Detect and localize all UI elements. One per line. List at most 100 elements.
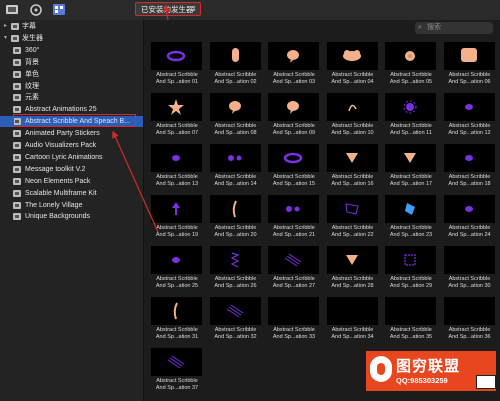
folder-icon <box>13 189 21 197</box>
generator-thumbnail[interactable] <box>385 42 436 70</box>
caption-line-1: Abstract Scribble <box>273 225 315 231</box>
sidebar-item[interactable]: 单色 <box>0 69 143 80</box>
generator-thumbnail[interactable] <box>443 195 495 223</box>
thumbnail-preview-icon <box>347 104 357 112</box>
folder-icon <box>13 177 21 185</box>
thumbnail-preview-icon <box>444 246 495 274</box>
disclosure-triangle-icon[interactable]: ▾ <box>4 33 7 44</box>
sidebar-item[interactable]: 元素 <box>0 92 143 103</box>
generator-thumbnail[interactable] <box>151 42 202 70</box>
sidebar-item-label: Scalable Multiframe Kit <box>25 189 97 197</box>
thumbnail-preview-icon <box>226 304 243 318</box>
generator-thumbnail[interactable] <box>151 348 202 376</box>
caption-line-2: And Sp...ation 16 <box>331 180 374 187</box>
sidebar-item[interactable]: Unique Backgrounds <box>0 211 143 222</box>
generator-thumbnail[interactable] <box>326 195 378 223</box>
generator-thumbnail[interactable] <box>151 144 202 172</box>
generator-thumbnail[interactable] <box>443 42 495 70</box>
sidebar-item[interactable]: Cartoon Lyric Animations <box>0 152 143 163</box>
sidebar-item[interactable]: Audio Visualizers Pack <box>0 140 143 151</box>
generator-thumbnail[interactable] <box>326 93 378 121</box>
thumbnail-preview-icon <box>227 155 241 161</box>
generator-thumbnail[interactable] <box>326 144 378 172</box>
search-icon: ⌕ <box>418 24 422 31</box>
thumbnail-preview-icon <box>287 101 299 114</box>
sidebar-item[interactable]: 背景 <box>0 57 143 68</box>
sidebar-item[interactable]: Message toolkit V.2 <box>0 164 143 175</box>
sidebar-item-label: Animated Party Stickers <box>25 130 100 138</box>
sidebar-item[interactable]: Animated Party Stickers <box>0 128 143 139</box>
thumbnail-preview-icon <box>286 206 300 212</box>
generator-thumbnail[interactable] <box>209 144 261 172</box>
generator-thumbnail[interactable] <box>443 246 495 274</box>
caption-line-1: Abstract Scribble <box>390 276 432 282</box>
caption-line-1: Abstract Scribble <box>214 123 257 129</box>
thumbnail-preview-icon <box>172 257 180 263</box>
media-icon[interactable] <box>5 3 19 16</box>
generator-thumbnail[interactable] <box>268 297 319 325</box>
caption-line-2: And Sp...ation 06 <box>448 78 491 85</box>
generator-thumbnail[interactable] <box>151 297 202 325</box>
thumbnail-preview-icon <box>228 101 241 114</box>
generator-thumbnail[interactable] <box>385 195 436 223</box>
generator-thumbnail[interactable] <box>326 42 378 70</box>
generator-thumbnail[interactable] <box>443 93 495 121</box>
sidebar-item[interactable]: The Lonely Village <box>0 200 143 211</box>
caption-line-1: Abstract Scribble <box>273 72 315 78</box>
generator-thumbnail[interactable] <box>268 93 319 121</box>
generator-thumbnail[interactable] <box>209 42 261 70</box>
sidebar-item-label: Unique Backgrounds <box>25 213 90 221</box>
generator-thumbnail[interactable] <box>268 144 319 172</box>
generator-thumbnail[interactable] <box>385 297 436 325</box>
thumbnail-preview-icon <box>327 297 378 325</box>
generators-dropdown[interactable]: 已安装的发生器 ⇕ <box>135 2 201 16</box>
generator-thumbnail[interactable] <box>209 195 261 223</box>
generator-thumbnail[interactable] <box>326 297 378 325</box>
caption-line-2: And Sp...ation 28 <box>331 282 374 289</box>
generator-thumbnail[interactable] <box>268 246 319 274</box>
browser-grid: Abstract Scribble And Sp...ation 01 Abstra… <box>144 20 500 401</box>
generator-thumbnail[interactable] <box>443 144 495 172</box>
generator-thumbnail[interactable] <box>151 246 202 274</box>
music-icon[interactable] <box>29 3 43 16</box>
thumbnail-caption: Abstract Scribble And Sp...ation 23 <box>382 225 440 238</box>
thumbnail-caption: Abstract Scribble And Sp...ation 03 <box>265 72 323 85</box>
generator-thumbnail[interactable] <box>268 42 319 70</box>
thumbnail-preview-icon <box>173 302 178 320</box>
thumbnail-caption: Abstract Scribble And Sp...ation 22 <box>324 225 382 238</box>
sidebar-item[interactable]: 纹理 <box>0 81 143 92</box>
folder-icon <box>11 34 19 42</box>
sidebar-item-label: 发生器 <box>22 34 43 42</box>
thumbnail-caption: Abstract Scribble And Sp...ation 09 <box>265 123 323 136</box>
sidebar-item[interactable]: ▾ 发生器 <box>0 33 143 44</box>
generator-thumbnail[interactable] <box>385 93 436 121</box>
thumbnail-preview-icon <box>342 50 361 61</box>
caption-line-1: Abstract Scribble <box>331 123 374 129</box>
caption-line-1: Abstract Scribble <box>214 72 257 78</box>
thumbnail-preview-icon <box>404 153 416 163</box>
caption-line-1: Abstract Scribble <box>331 276 374 282</box>
thumbnail-preview-icon <box>404 254 416 266</box>
thumbnail-caption: Abstract Scribble And Sp...ation 13 <box>148 174 206 187</box>
generator-thumbnail[interactable] <box>268 195 319 223</box>
caption-line-2: And Sp...ation 04 <box>331 78 374 85</box>
generator-thumbnail[interactable] <box>443 297 495 325</box>
generator-thumbnail[interactable] <box>385 144 436 172</box>
generator-thumbnail[interactable] <box>209 297 261 325</box>
generator-thumbnail[interactable] <box>209 246 261 274</box>
chevron-updown-icon: ⇕ <box>191 6 197 13</box>
generator-thumbnail[interactable] <box>209 93 261 121</box>
generator-thumbnail[interactable] <box>326 246 378 274</box>
generator-thumbnail[interactable] <box>151 93 202 121</box>
generator-thumbnail[interactable] <box>151 195 202 223</box>
thumbnail-caption: Abstract Scribble And Sp...ation 12 <box>441 123 499 136</box>
sidebar-item[interactable]: Scalable Multiframe Kit <box>0 188 143 199</box>
generators-icon[interactable] <box>52 3 66 16</box>
caption-line-2: And Sp...ation 20 <box>214 231 257 238</box>
sidebar-item[interactable]: Neon Elements Pack <box>0 176 143 187</box>
search-field[interactable]: ⌕ 搜索 <box>415 22 493 34</box>
sidebar-item[interactable]: ▸ 字幕 <box>0 21 143 32</box>
disclosure-triangle-icon[interactable]: ▸ <box>4 21 7 32</box>
sidebar-item[interactable]: 360° <box>0 45 143 56</box>
generator-thumbnail[interactable] <box>385 246 436 274</box>
